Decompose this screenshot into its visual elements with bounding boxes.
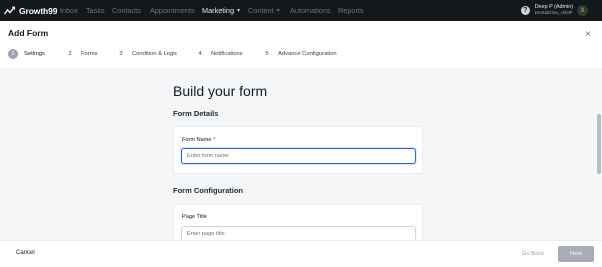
go-back-button[interactable]: Go Back	[512, 246, 554, 262]
step-number: 4	[198, 51, 202, 57]
chevron-down-icon: ▾	[276, 8, 280, 14]
next-button[interactable]: Next	[558, 246, 594, 262]
required-mark: *	[213, 137, 216, 143]
step-notifications[interactable]: 4 Notifications	[195, 49, 262, 59]
growth-logo-icon	[4, 6, 16, 16]
step-label: Condition & Logic	[132, 51, 178, 57]
user-menu[interactable]: Deep P (Admin) DentalGlow_refelF	[534, 4, 573, 16]
form-configuration-title: Form Configuration	[173, 186, 243, 195]
nav-item-reports[interactable]: Reports	[338, 6, 368, 15]
step-number: 5	[265, 51, 269, 57]
user-account: DentalGlow_refelF	[534, 10, 573, 16]
form-body[interactable]: Build your form Form Details Form Name *…	[0, 68, 602, 240]
nav-item-tasks[interactable]: Tasks	[86, 6, 112, 15]
page-title-label: Page Title	[182, 214, 207, 220]
step-forms[interactable]: 2 Forms	[65, 49, 116, 59]
chevron-down-icon: ▾	[237, 8, 241, 14]
step-label: Notifications	[211, 51, 243, 57]
cancel-button[interactable]: Cancel	[16, 250, 35, 256]
scrollbar[interactable]	[597, 114, 601, 174]
nav-menu: Inbox Tasks Contacts Appointments Market…	[60, 6, 368, 15]
nav-item-automations[interactable]: Automations	[290, 6, 338, 15]
nav-item-contacts[interactable]: Contacts	[112, 6, 150, 15]
form-details-card: Form Name *	[173, 126, 423, 174]
step-label: Forms	[81, 51, 98, 57]
page-title-input[interactable]	[181, 226, 416, 240]
top-nav: Growth99 Inbox Tasks Contacts Appointmen…	[0, 0, 602, 21]
step-number: 3	[119, 51, 123, 57]
brand[interactable]: Growth99	[0, 6, 58, 16]
page-title: Add Form	[8, 28, 49, 38]
step-condition-logic[interactable]: 3 Condition & Logic	[116, 49, 195, 59]
step-label: Advance Configuration	[278, 51, 337, 57]
nav-item-marketing[interactable]: Marketing ▾	[202, 6, 248, 15]
step-number: 1	[8, 49, 18, 59]
form-name-input[interactable]	[181, 148, 416, 164]
avatar[interactable]: X	[577, 5, 588, 16]
stepper: 1 Settings 2 Forms 3 Condition & Logic 4…	[8, 49, 352, 59]
step-number: 2	[68, 51, 72, 57]
close-icon[interactable]: ×	[585, 30, 591, 40]
form-details-title: Form Details	[173, 109, 219, 118]
brand-name: Growth99	[19, 5, 58, 16]
form-name-label: Form Name *	[182, 137, 216, 143]
form-configuration-card: Page Title	[173, 204, 423, 240]
step-settings[interactable]: 1 Settings	[8, 49, 65, 59]
user-area: ? Deep P (Admin) DentalGlow_refelF X	[520, 0, 588, 21]
build-form-heading: Build your form	[173, 83, 268, 99]
step-label: Settings	[24, 51, 45, 57]
form-header: Add Form × 1 Settings 2 Forms 3 Conditio…	[0, 21, 602, 68]
help-icon[interactable]: ?	[520, 6, 530, 15]
nav-item-appointments[interactable]: Appointments	[150, 6, 202, 15]
nav-item-inbox[interactable]: Inbox	[60, 6, 86, 15]
step-advance-configuration[interactable]: 5 Advance Configuration	[262, 49, 352, 59]
form-footer: Cancel Go Back Next	[0, 240, 602, 267]
nav-item-content[interactable]: Content ▾	[248, 6, 290, 15]
